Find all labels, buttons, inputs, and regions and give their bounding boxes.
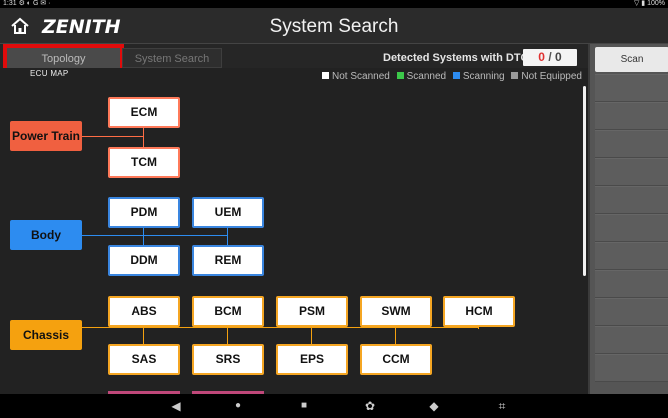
module-bcm[interactable]: BCM <box>192 296 264 327</box>
settings-gear-icon[interactable]: ✿ <box>360 397 380 415</box>
legend-scanned: Scanned <box>406 71 447 82</box>
module-ccm[interactable]: CCM <box>360 344 432 375</box>
module-eps[interactable]: EPS <box>276 344 348 375</box>
app-header: ZENITH System Search <box>0 8 668 44</box>
tab-topology[interactable]: Topology <box>3 44 124 74</box>
legend-swatch-scanned <box>396 72 404 79</box>
dtc-separator: / <box>548 50 552 64</box>
screenshot-icon[interactable]: ⌗ <box>492 397 512 415</box>
module-hcm[interactable]: HCM <box>443 296 515 327</box>
dtc-total: 0 <box>555 50 562 64</box>
dtc-label: Detected Systems with DTC: <box>383 52 533 64</box>
chassis-vline-4 <box>395 326 396 346</box>
module-ddm[interactable]: DDM <box>108 245 180 276</box>
module-swm[interactable]: SWM <box>360 296 432 327</box>
empty-slot <box>595 354 668 382</box>
module-abs[interactable]: ABS <box>108 296 180 327</box>
scan-button[interactable]: Scan <box>595 47 668 72</box>
legend-not-scanned: Not Scanned <box>332 71 390 82</box>
body-trunk <box>82 235 228 236</box>
right-panel: Scan <box>588 44 668 394</box>
chassis-vline-1 <box>143 326 144 346</box>
module-sas[interactable]: SAS <box>108 344 180 375</box>
legend-swatch-not-equipped <box>511 72 519 79</box>
map-scrollbar[interactable] <box>583 86 586 276</box>
legend-not-equipped: Not Equipped <box>521 71 582 82</box>
status-bar: 1:31 ⚙ ◐ G ✉ · ▽ ▮ 100% <box>0 0 668 8</box>
empty-slot <box>595 158 668 186</box>
empty-slot <box>595 242 668 270</box>
legend: Not Scanned Scanned Scanning Not Equippe… <box>318 71 582 82</box>
empty-slot <box>595 74 668 102</box>
module-rem[interactable]: REM <box>192 245 264 276</box>
browser-icon[interactable]: ◆ <box>424 397 444 415</box>
status-time: 1:31 <box>3 0 17 7</box>
chassis-vline-3 <box>311 326 312 346</box>
page-title: System Search <box>269 16 399 37</box>
module-tcm[interactable]: TCM <box>108 147 180 178</box>
group-body[interactable]: Body <box>10 220 82 250</box>
recents-icon[interactable]: ■ <box>294 397 314 415</box>
ecu-map: ECU MAP Not Scanned Scanned Scanning Not… <box>0 68 588 394</box>
module-pdm[interactable]: PDM <box>108 197 180 228</box>
body-vline-1 <box>143 227 144 247</box>
battery-indicator: ▽ ▮ 100% <box>633 0 665 7</box>
empty-slot <box>595 102 668 130</box>
empty-slot <box>595 298 668 326</box>
empty-slot <box>595 186 668 214</box>
power-train-vline <box>143 127 144 149</box>
module-psm[interactable]: PSM <box>276 296 348 327</box>
body-vline-2 <box>227 227 228 247</box>
status-icons: ⚙ ◐ G ✉ · <box>18 0 51 7</box>
ecu-map-label: ECU MAP <box>30 69 69 78</box>
back-icon[interactable]: ◀ <box>166 397 186 415</box>
chassis-vline-2 <box>227 326 228 346</box>
legend-scanning: Scanning <box>462 71 505 82</box>
legend-swatch-scanning <box>452 72 460 79</box>
empty-slot <box>595 214 668 242</box>
power-train-trunk <box>82 136 144 137</box>
dtc-count: 0 <box>538 50 545 64</box>
tab-system-search[interactable]: System Search <box>122 48 222 68</box>
module-ecm[interactable]: ECM <box>108 97 180 128</box>
home-nav-icon[interactable]: ● <box>228 397 248 415</box>
empty-slot <box>595 130 668 158</box>
module-srs[interactable]: SRS <box>192 344 264 375</box>
legend-swatch-not-scanned <box>322 72 329 79</box>
empty-slot <box>595 270 668 298</box>
navigation-bar: ◀ ● ■ ✿ ◆ ⌗ <box>0 394 668 418</box>
chassis-trunk <box>82 327 479 328</box>
status-left: 1:31 ⚙ ◐ G ✉ · <box>3 0 51 8</box>
module-uem[interactable]: UEM <box>192 197 264 228</box>
group-chassis[interactable]: Chassis <box>10 320 82 350</box>
group-power-train[interactable]: Power Train <box>10 121 82 151</box>
empty-slot <box>595 326 668 354</box>
dtc-counter: 0 / 0 <box>523 49 577 66</box>
